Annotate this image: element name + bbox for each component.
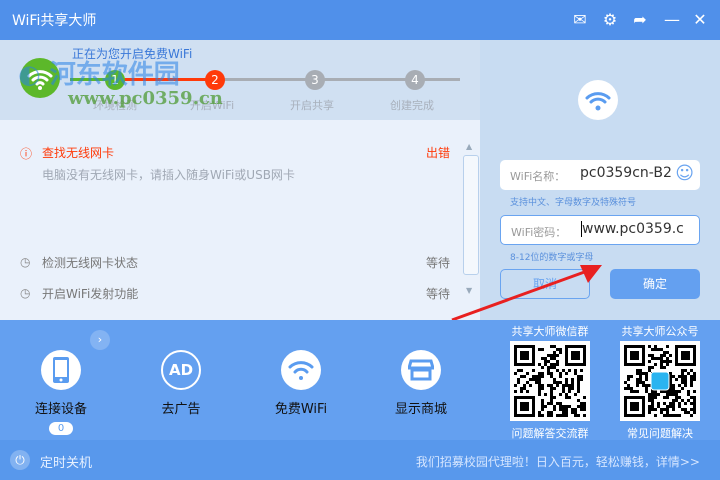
wifi-name-hint: 支持中文、字母数字及特殊符号	[510, 198, 637, 208]
app-title: WiFi共享大师	[12, 13, 97, 29]
phone-icon	[41, 350, 81, 390]
clock-icon: ◷	[20, 255, 31, 269]
task-list: ⓘ 查找无线网卡 出错 电脑没有无线网卡，请插入随身WiFi或USB网卡 ◷ 检…	[0, 120, 480, 320]
mail-icon[interactable]: ✉	[570, 10, 590, 30]
wifi-name-value: pc0359cn-B2	[580, 165, 672, 181]
task-title: 查找无线网卡	[42, 146, 115, 160]
wifi-password-label: WiFi密码：	[511, 226, 567, 239]
device-count-badge: 0	[49, 422, 73, 435]
step-label: 开启共享	[290, 99, 334, 112]
gear-icon[interactable]: ⚙	[600, 10, 620, 30]
task-status: 出错	[425, 146, 450, 160]
promo-link[interactable]: 我们招募校园代理啦！日入百元，轻松赚钱，详情>>	[416, 453, 700, 470]
error-icon: ⓘ	[20, 147, 33, 161]
minimize-icon[interactable]: —	[662, 10, 682, 30]
feature-free-wifi[interactable]: 免费WiFi	[256, 350, 346, 417]
title-bar: WiFi共享大师 ✉ ⚙ ➦ — ✕	[0, 0, 720, 40]
confirm-button[interactable]: 确定	[610, 269, 700, 299]
wifi-name-label: WiFi名称：	[510, 170, 566, 183]
feature-label: 显示商城	[394, 402, 447, 417]
emoji-icon[interactable]: ☺	[675, 163, 694, 184]
scroll-up-icon[interactable]: ▲	[466, 142, 472, 151]
scheduled-shutdown-link[interactable]: 定时关机	[40, 452, 92, 471]
task-title: 开启WiFi发射功能	[42, 287, 139, 301]
no-ads-icon: AD	[161, 350, 201, 390]
feature-bar: › 连接设备 0 AD 去广告 免费WiFi 显示商城 共享大师微信群 问题解答…	[0, 320, 720, 440]
feature-label: 连接设备	[34, 402, 87, 417]
qr-caption: 问题解答交流群	[511, 427, 589, 440]
wifi-password-value: www.pc0359.c	[581, 221, 684, 237]
wifi-icon	[578, 80, 618, 120]
task-detail: 电脑没有无线网卡，请插入随身WiFi或USB网卡	[42, 168, 295, 182]
official-account-qr	[620, 341, 700, 421]
close-icon[interactable]: ✕	[690, 10, 710, 30]
watermark-url: www.pc0359.cn	[68, 88, 223, 109]
wifi-icon	[281, 350, 321, 390]
wifi-password-field[interactable]: WiFi密码： www.pc0359.c	[500, 215, 700, 245]
feature-label: 免费WiFi	[274, 402, 328, 417]
feature-connected-devices[interactable]: 连接设备 0	[16, 350, 106, 435]
store-icon	[401, 350, 441, 390]
feature-remove-ads[interactable]: AD 去广告	[136, 350, 226, 417]
annotation-arrow	[451, 265, 602, 322]
qr-title: 共享大师公众号	[621, 325, 699, 338]
share-icon[interactable]: ➦	[630, 10, 650, 30]
step-2: 2	[205, 70, 225, 90]
feature-show-store[interactable]: 显示商城	[376, 350, 466, 417]
task-title: 检测无线网卡状态	[42, 256, 139, 270]
wechat-group-qr	[510, 341, 590, 421]
watermark: ◐ 河东软件园	[18, 60, 180, 90]
step-4: 4	[405, 70, 425, 90]
clock-icon: ◷	[20, 286, 31, 300]
feature-label: 去广告	[161, 402, 201, 417]
progress-header: 正在为您开启免费WiFi 1 2 3 4 环境检测 开启WiFi 开启共享 创建…	[0, 40, 480, 120]
power-icon[interactable]: ⏻	[10, 450, 30, 470]
chevron-right-icon[interactable]: ›	[90, 330, 110, 350]
wifi-name-field[interactable]: WiFi名称： pc0359cn-B2 ☺	[500, 160, 700, 190]
qr-title: 共享大师微信群	[511, 325, 589, 338]
step-3: 3	[305, 70, 325, 90]
qr-caption: 常见问题解决	[627, 427, 693, 440]
footer-bar: ⏻ 定时关机 我们招募校园代理啦！日入百元，轻松赚钱，详情>>	[0, 440, 720, 480]
step-label: 创建完成	[390, 99, 434, 112]
